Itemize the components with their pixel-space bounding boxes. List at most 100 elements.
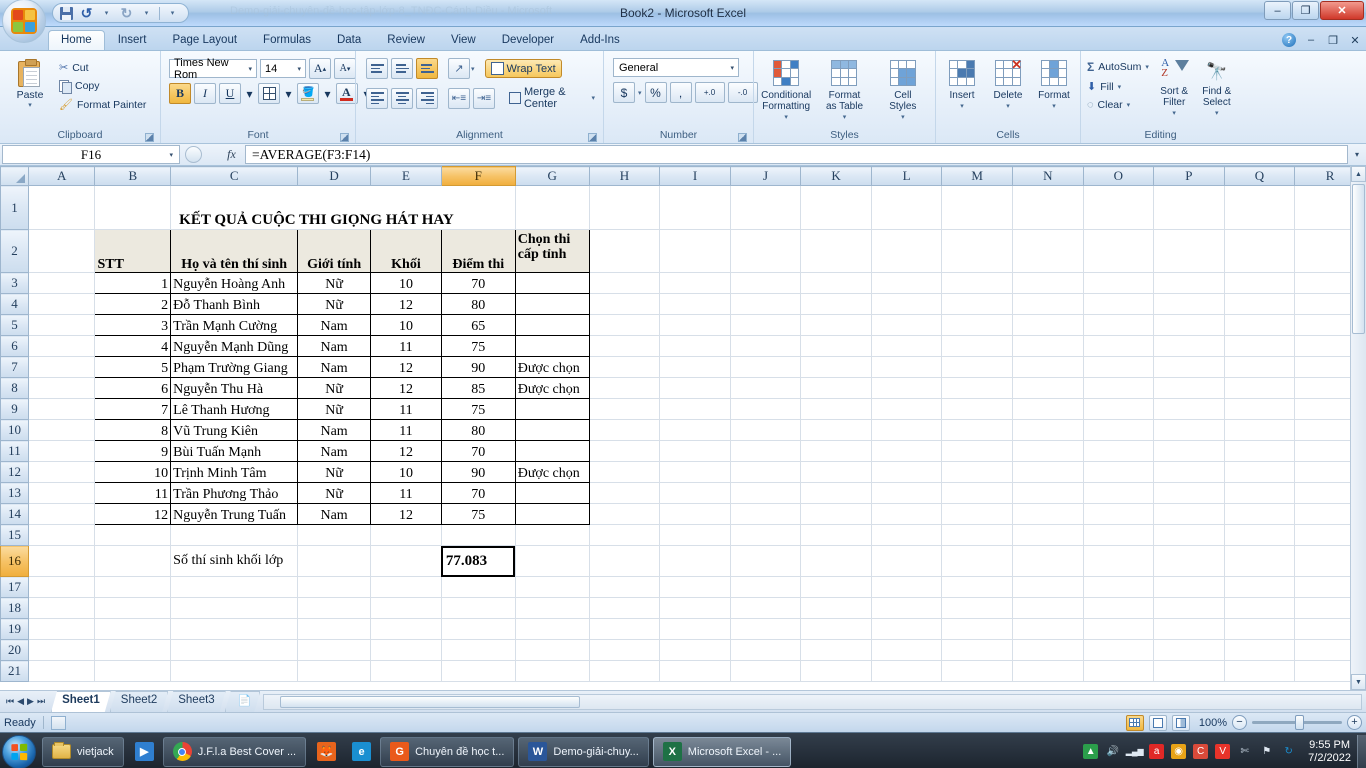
minimize-button[interactable]: – — [1264, 1, 1291, 20]
cell-N1[interactable] — [1012, 185, 1084, 230]
tab-formulas[interactable]: Formulas — [250, 30, 324, 50]
cell-G12-chon[interactable]: Được chọn — [514, 461, 590, 483]
cell-L7[interactable] — [871, 356, 943, 378]
cell-N8[interactable] — [1012, 377, 1084, 399]
cell-styles-button[interactable]: Cell Styles ▾ — [875, 58, 931, 123]
cell-L18[interactable] — [871, 597, 943, 619]
cell-L14[interactable] — [871, 503, 943, 525]
cell-B10-stt[interactable]: 8 — [94, 419, 172, 441]
cell-O1[interactable] — [1083, 185, 1155, 230]
cell-O6[interactable] — [1083, 335, 1155, 357]
cell-P15[interactable] — [1153, 524, 1225, 546]
vertical-scroll-thumb[interactable] — [1352, 184, 1365, 334]
cell-P9[interactable] — [1153, 398, 1225, 420]
cell-D9-gender[interactable]: Nữ — [297, 398, 372, 420]
cell-K10[interactable] — [800, 419, 872, 441]
cell-C13-name[interactable]: Trần Phương Thảo — [170, 482, 299, 504]
font-dialog-launcher-icon[interactable] — [340, 133, 349, 142]
horizontal-scroll-thumb[interactable] — [280, 695, 581, 708]
cell-K19[interactable] — [800, 618, 872, 640]
cell-C2-header-name[interactable]: Họ và tên thí sinh — [170, 229, 299, 273]
cell-I14[interactable] — [659, 503, 731, 525]
taskbar-item-7[interactable]: X Microsoft Excel - ... — [652, 736, 792, 767]
cell-I18[interactable] — [659, 597, 731, 619]
cell-D17[interactable] — [297, 576, 372, 598]
cell-P13[interactable] — [1153, 482, 1225, 504]
cell-K11[interactable] — [800, 440, 872, 462]
cell-N21[interactable] — [1012, 660, 1084, 682]
cell-P11[interactable] — [1153, 440, 1225, 462]
cell-D3-gender[interactable]: Nữ — [297, 272, 372, 294]
cell-O4[interactable] — [1083, 293, 1155, 315]
cell-I21[interactable] — [659, 660, 731, 682]
cell-P4[interactable] — [1153, 293, 1225, 315]
cell-B14-stt[interactable]: 12 — [94, 503, 172, 525]
cell-H3[interactable] — [589, 272, 661, 294]
cell-C3-name[interactable]: Nguyễn Hoàng Anh — [170, 272, 299, 294]
cell-C1-title[interactable]: KẾT QUẢ CUỘC THI GIỌNG HÁT HAY — [170, 185, 516, 230]
row-header-20[interactable]: 20 — [0, 639, 29, 661]
cell-E20[interactable] — [370, 639, 442, 661]
cell-H6[interactable] — [589, 335, 661, 357]
column-header-O[interactable]: O — [1082, 166, 1155, 186]
cell-F13-diem[interactable]: 70 — [440, 482, 516, 504]
cell-H9[interactable] — [589, 398, 661, 420]
tab-add-ins[interactable]: Add-Ins — [567, 30, 633, 50]
cell-M5[interactable] — [941, 314, 1013, 336]
column-header-D[interactable]: D — [297, 166, 372, 186]
sheet-tab-sheet2[interactable]: Sheet2 — [110, 691, 168, 712]
comma-style-button[interactable]: , — [669, 82, 692, 103]
cell-O5[interactable] — [1083, 314, 1155, 336]
cell-P18[interactable] — [1153, 597, 1225, 619]
cell-G13-chon[interactable] — [514, 482, 590, 504]
cell-E2-header-khoi[interactable]: Khối — [370, 229, 442, 273]
cell-M15[interactable] — [941, 524, 1013, 546]
cell-Q20[interactable] — [1224, 639, 1296, 661]
cell-I4[interactable] — [659, 293, 731, 315]
cell-D4-gender[interactable]: Nữ — [297, 293, 372, 315]
cell-K12[interactable] — [800, 461, 872, 483]
formula-input[interactable]: =AVERAGE(F3:F14) — [245, 145, 1348, 164]
cell-A17[interactable] — [28, 576, 96, 598]
cell-C12-name[interactable]: Trịnh Minh Tâm — [170, 461, 299, 483]
undo-dropdown-icon[interactable]: ▾ — [97, 5, 116, 22]
cell-G5-chon[interactable] — [514, 314, 590, 336]
cell-E12-khoi[interactable]: 10 — [370, 461, 442, 483]
cell-Q16[interactable] — [1224, 545, 1296, 577]
cell-E3-khoi[interactable]: 10 — [370, 272, 442, 294]
cell-Q7[interactable] — [1224, 356, 1296, 378]
cell-M17[interactable] — [941, 576, 1013, 598]
cell-Q15[interactable] — [1224, 524, 1296, 546]
merge-dropdown-icon[interactable]: ▾ — [591, 94, 595, 102]
percent-style-button[interactable]: % — [644, 82, 667, 103]
cell-I2[interactable] — [659, 229, 731, 273]
column-header-K[interactable]: K — [800, 166, 872, 186]
cell-M3[interactable] — [941, 272, 1013, 294]
cell-K4[interactable] — [800, 293, 872, 315]
cell-F18[interactable] — [441, 597, 516, 619]
cell-N14[interactable] — [1012, 503, 1084, 525]
cell-Q11[interactable] — [1224, 440, 1296, 462]
select-all-button[interactable] — [0, 166, 29, 186]
cell-E10-khoi[interactable]: 11 — [370, 419, 442, 441]
cell-Q21[interactable] — [1224, 660, 1296, 682]
accounting-format-button[interactable]: $ — [613, 82, 635, 103]
cell-Q3[interactable] — [1224, 272, 1296, 294]
cell-F10-diem[interactable]: 80 — [440, 419, 516, 441]
cell-F4-diem[interactable]: 80 — [440, 293, 516, 315]
clear-button[interactable]: ◌ Clear ▾ — [1085, 98, 1151, 112]
italic-button[interactable]: I — [194, 83, 216, 104]
tab-data[interactable]: Data — [324, 30, 374, 50]
cell-A6[interactable] — [28, 335, 96, 357]
cell-P21[interactable] — [1153, 660, 1225, 682]
cell-L16[interactable] — [871, 545, 943, 577]
cell-F19[interactable] — [441, 618, 516, 640]
cell-F21[interactable] — [441, 660, 516, 682]
cell-K5[interactable] — [800, 314, 872, 336]
row-header-4[interactable]: 4 — [0, 293, 29, 315]
cell-B11-stt[interactable]: 9 — [94, 440, 172, 462]
column-header-A[interactable]: A — [27, 166, 96, 186]
cell-K7[interactable] — [800, 356, 872, 378]
cell-F16-summary-value[interactable]: 77.083 — [441, 545, 516, 577]
copy-button[interactable]: Copy — [56, 79, 149, 94]
